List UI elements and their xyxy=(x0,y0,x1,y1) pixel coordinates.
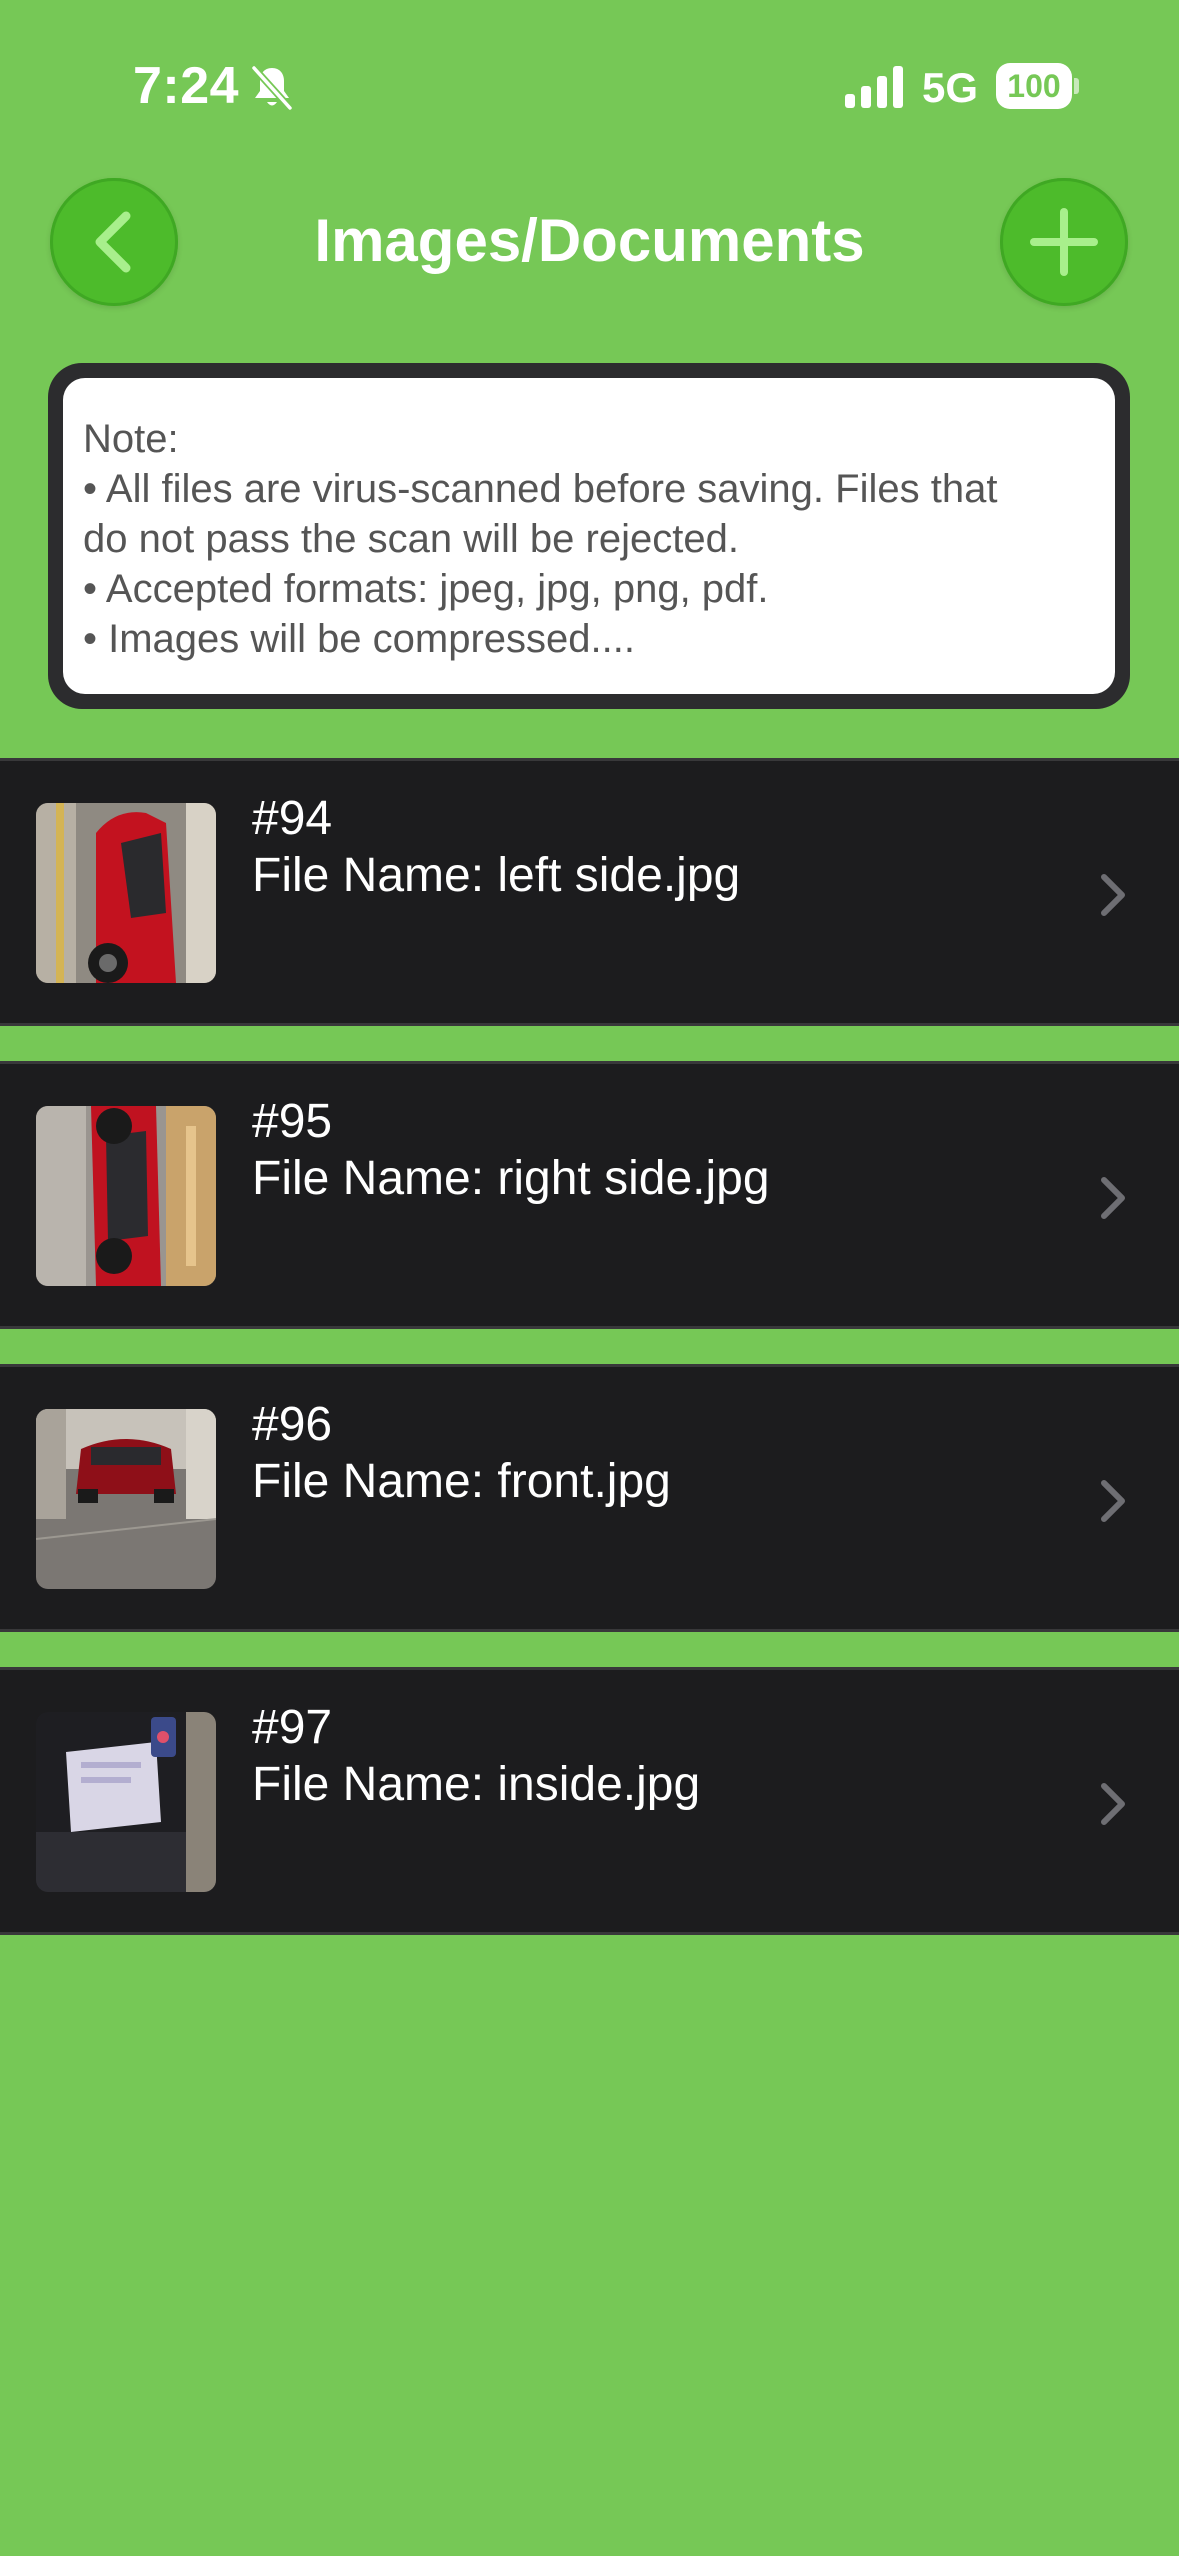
note-line-compressed: • Images will be compressed.... xyxy=(83,617,635,661)
note-line-formats: • Accepted formats: jpeg, jpg, png, pdf. xyxy=(83,567,769,611)
file-thumbnail xyxy=(36,803,216,983)
file-number: #96 xyxy=(252,1398,333,1451)
file-row[interactable]: #95 File Name: right side.jpg xyxy=(0,1061,1179,1329)
signal-icon xyxy=(845,66,903,108)
back-button[interactable] xyxy=(50,178,178,306)
file-number: #97 xyxy=(252,1701,333,1754)
status-bar: 7:24 5G 100 xyxy=(0,0,1179,150)
file-thumbnail xyxy=(36,1712,216,1892)
add-file-button[interactable] xyxy=(1000,178,1128,306)
file-number: #94 xyxy=(252,792,333,845)
note-heading: Note: xyxy=(83,417,179,461)
file-name: File Name: front.jpg xyxy=(252,1455,671,1508)
plus-icon xyxy=(1030,208,1098,276)
note-content: Note: • All files are virus-scanned befo… xyxy=(63,378,1115,694)
file-row[interactable]: #94 File Name: left side.jpg xyxy=(0,758,1179,1026)
battery-icon: 100 xyxy=(996,63,1080,109)
file-name: File Name: inside.jpg xyxy=(252,1758,701,1811)
file-thumbnail xyxy=(36,1409,216,1589)
note-line-rejected: do not pass the scan will be rejected. xyxy=(83,517,739,561)
bell-slash-icon xyxy=(251,65,293,111)
page-title: Images/Documents xyxy=(314,207,865,274)
battery-level: 100 xyxy=(1007,68,1061,104)
chevron-right-icon xyxy=(1101,1480,1125,1522)
chevron-left-icon xyxy=(95,211,131,273)
file-thumbnail xyxy=(36,1106,216,1286)
chevron-right-icon xyxy=(1101,1783,1125,1825)
file-name: File Name: right side.jpg xyxy=(252,1152,770,1205)
file-number: #95 xyxy=(252,1095,333,1148)
note-card: Note: • All files are virus-scanned befo… xyxy=(48,363,1130,709)
file-row[interactable]: #97 File Name: inside.jpg xyxy=(0,1667,1179,1935)
note-line-virus-scan: • All files are virus-scanned before sav… xyxy=(83,467,998,511)
status-time: 7:24 xyxy=(133,57,240,115)
chevron-right-icon xyxy=(1101,874,1125,916)
chevron-right-icon xyxy=(1101,1177,1125,1219)
file-row[interactable]: #96 File Name: front.jpg xyxy=(0,1364,1179,1632)
network-label: 5G xyxy=(922,64,979,111)
file-name: File Name: left side.jpg xyxy=(252,849,741,902)
